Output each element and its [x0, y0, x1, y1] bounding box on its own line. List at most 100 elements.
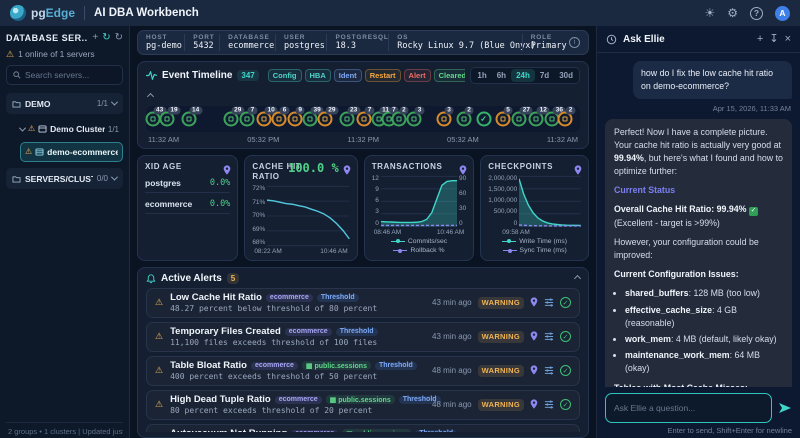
pin-icon[interactable]: [574, 162, 582, 180]
chart-legend-item[interactable]: Sync Time (ms): [488, 246, 581, 255]
timeline-event-marker[interactable]: 43: [145, 112, 160, 127]
event-filter-chip[interactable]: Restart: [365, 69, 401, 82]
pin-icon[interactable]: [530, 294, 538, 312]
timeline-event-marker[interactable]: 2: [558, 112, 573, 127]
acknowledge-check-icon[interactable]: ✓: [560, 399, 571, 410]
chart-legend-item[interactable]: Commits/sec: [372, 237, 467, 246]
time-range-1h[interactable]: 1h: [472, 69, 491, 82]
close-icon[interactable]: ×: [785, 34, 791, 45]
event-marker-count: 2: [566, 107, 576, 115]
time-range-6h[interactable]: 6h: [492, 69, 511, 82]
help-icon[interactable]: ?: [750, 7, 763, 20]
event-filter-chip[interactable]: Config: [268, 69, 302, 82]
server-search[interactable]: [6, 65, 123, 85]
alert-severity-badge: WARNING: [478, 399, 524, 411]
timeline-event-marker[interactable]: 10: [257, 112, 272, 127]
history-clock-icon[interactable]: [606, 34, 617, 45]
chevron-down-icon[interactable]: [19, 124, 26, 131]
alert-row[interactable]: ⚠High Dead Tuple Ratioecommerce▦ public.…: [146, 390, 580, 420]
pin-icon[interactable]: [343, 162, 351, 180]
chevron-down-icon[interactable]: [111, 99, 118, 106]
alert-settings-icon[interactable]: [544, 362, 554, 380]
download-icon[interactable]: ↧: [769, 34, 778, 45]
timeline-timestamps: 11:32 AM05:32 PM11:32 PM05:32 AM11:32 AM: [146, 135, 580, 144]
timeline-band[interactable]: 431914297106939292371172332✓52712362: [146, 106, 580, 132]
acknowledge-check-icon[interactable]: ✓: [560, 297, 571, 308]
timeline-event-marker[interactable]: 3: [436, 112, 451, 127]
chevron-down-icon[interactable]: [111, 174, 118, 181]
timeline-event-marker[interactable]: 29: [223, 112, 238, 127]
chart-legend-item[interactable]: Write Time (ms): [488, 237, 581, 246]
alert-row[interactable]: ⚠Table Bloat Ratioecommerce▦ public.sess…: [146, 356, 580, 386]
event-filter-chip[interactable]: Alert: [404, 69, 431, 82]
alert-tag-threshold: Threshold: [317, 294, 359, 302]
hostbar-segment: PORT5432: [184, 34, 219, 51]
main-content: HOSTpg-demoPORT5432DATABASEecommerceUSER…: [130, 26, 596, 438]
timeline-event-marker[interactable]: 3: [407, 112, 422, 127]
collapse-chevron-icon[interactable]: [574, 275, 581, 282]
add-server-icon[interactable]: +: [92, 32, 98, 43]
time-range-30d[interactable]: 30d: [554, 69, 578, 82]
time-range-7d[interactable]: 7d: [535, 69, 554, 82]
pin-icon[interactable]: [459, 162, 467, 180]
timeline-event-marker[interactable]: 5: [495, 112, 510, 127]
pin-icon[interactable]: [530, 396, 538, 414]
logo-text-pg: pg: [31, 6, 46, 20]
hostbar-value: postgres: [284, 41, 319, 51]
timeline-event-marker[interactable]: 2: [456, 112, 471, 127]
new-chat-icon[interactable]: +: [757, 34, 763, 45]
timeline-event-marker[interactable]: 19: [159, 112, 174, 127]
avatar[interactable]: A: [775, 6, 790, 21]
pin-icon[interactable]: [530, 430, 538, 433]
pin-icon[interactable]: [223, 162, 231, 180]
alert-row[interactable]: ⚠Temporary Files CreatedecommerceThresho…: [146, 322, 580, 352]
alert-settings-icon[interactable]: [544, 430, 554, 433]
sidebar-item-demo-cluster[interactable]: ⚠ Demo Cluster 1/1: [16, 119, 123, 139]
chat-messages[interactable]: how do I fix the low cache hit ratio on …: [597, 53, 800, 387]
chat-input[interactable]: [605, 393, 772, 423]
theme-toggle-icon[interactable]: ☀: [704, 7, 715, 19]
pin-icon[interactable]: [530, 328, 538, 346]
time-range-24h[interactable]: 24h: [511, 69, 535, 82]
alert-settings-icon[interactable]: [544, 328, 554, 346]
pin-icon[interactable]: [530, 362, 538, 380]
event-marker-count: 3: [415, 107, 425, 115]
alert-settings-icon[interactable]: [544, 294, 554, 312]
refresh-icon[interactable]: ↻: [115, 32, 123, 43]
sidebar-item-demo-ecommerce[interactable]: ⚠ demo-ecommerce: [20, 142, 123, 162]
timeline-event-marker[interactable]: ✓: [476, 112, 491, 127]
timeline-event-marker[interactable]: 29: [317, 112, 332, 127]
event-filter-chip[interactable]: Cleared: [434, 69, 466, 82]
logo-text-edge: Edge: [46, 6, 75, 20]
timeline-event-marker[interactable]: 7: [357, 112, 372, 127]
alert-tag-threshold: Threshold: [375, 362, 417, 370]
alert-settings-icon[interactable]: [544, 396, 554, 414]
sidebar-group-servers-clusters[interactable]: SERVERS/CLUSTE... 0/0: [6, 168, 123, 189]
alert-row[interactable]: ⚠Autovacuum Not Runningecommerce▦ public…: [146, 424, 580, 432]
event-marker-glyph: [461, 117, 466, 122]
timeline-event-marker[interactable]: 2: [391, 112, 406, 127]
settings-gear-icon[interactable]: ⚙: [727, 7, 738, 19]
sidebar-group-demo[interactable]: DEMO 1/1: [6, 93, 123, 114]
timeline-event-marker[interactable]: 12: [529, 112, 544, 127]
send-button[interactable]: [778, 402, 792, 414]
timeline-event-marker[interactable]: 27: [512, 112, 527, 127]
event-filter-chip[interactable]: HBA: [305, 69, 331, 82]
hostbar-value: pg-demo: [146, 41, 176, 51]
timeline-event-marker[interactable]: 6: [272, 112, 287, 127]
collapse-chevron-icon[interactable]: [147, 93, 154, 100]
timeline-event-marker[interactable]: 14: [181, 112, 196, 127]
info-icon[interactable]: i: [569, 37, 580, 48]
acknowledge-check-icon[interactable]: ✓: [560, 331, 571, 342]
transactions-card: TRANSACTIONS 129630 9060300 08:46 AM10:4…: [364, 155, 475, 261]
chart-legend-item[interactable]: Rollback %: [372, 246, 467, 255]
sync-icon[interactable]: ↻: [102, 32, 110, 43]
alert-row[interactable]: ⚠Low Cache Hit RatioecommerceThreshold48…: [146, 288, 580, 318]
timeline-event-marker[interactable]: 9: [287, 112, 302, 127]
event-filter-chip[interactable]: Ident: [334, 69, 362, 82]
timeline-event-marker[interactable]: 7: [240, 112, 255, 127]
acknowledge-check-icon[interactable]: ✓: [560, 365, 571, 376]
timeline-event-marker[interactable]: 23: [339, 112, 354, 127]
timeline-event-marker[interactable]: 39: [303, 112, 318, 127]
search-input[interactable]: [25, 70, 116, 80]
